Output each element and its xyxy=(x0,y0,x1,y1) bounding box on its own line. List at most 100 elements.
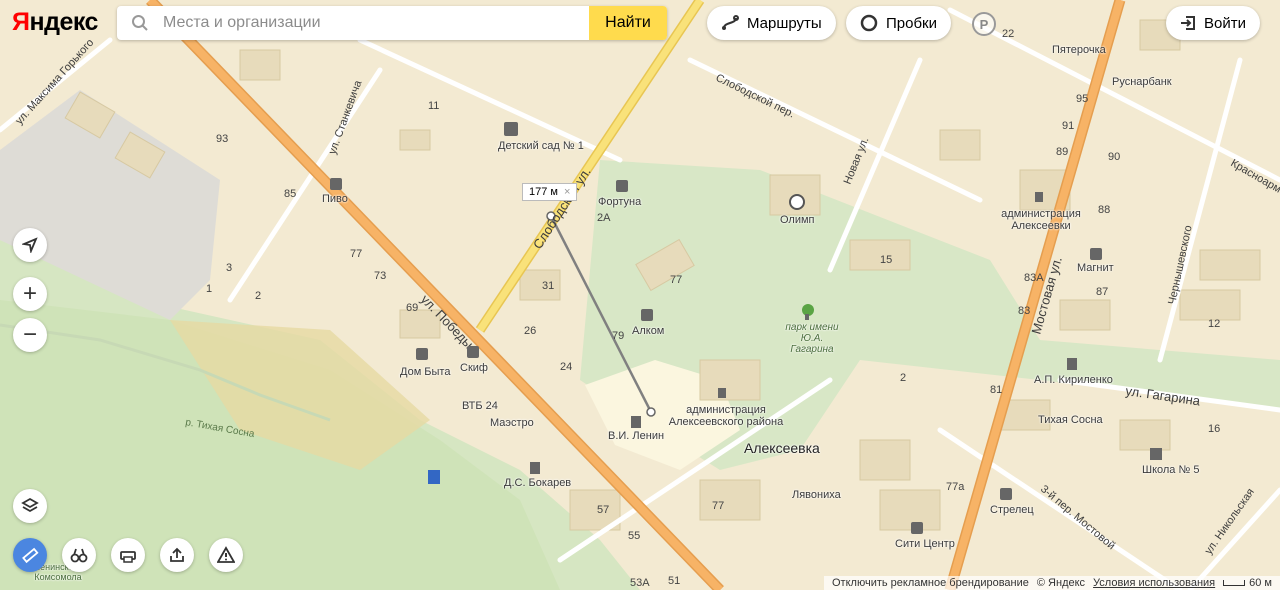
house-number: 91 xyxy=(1062,120,1075,132)
poi-strelets[interactable]: Стрелец xyxy=(990,504,1034,516)
house-number: 11 xyxy=(428,100,440,112)
house-number: 51 xyxy=(668,575,681,587)
search-input[interactable] xyxy=(163,6,583,40)
poi-tikhaya-sosna[interactable]: Тихая Сосна xyxy=(1038,414,1103,426)
poi-shkola-5[interactable]: Школа № 5 xyxy=(1142,464,1199,476)
search-box: Найти xyxy=(117,6,667,40)
house-number: 73 xyxy=(374,270,387,282)
poi-dom-byta[interactable]: Дом Быта xyxy=(400,366,450,378)
share-button[interactable] xyxy=(160,538,194,572)
layers-button[interactable] xyxy=(13,489,47,523)
house-number: 77 xyxy=(712,500,725,512)
house-number: 26 xyxy=(524,325,537,337)
login-icon xyxy=(1181,16,1195,30)
ruler-tooltip: 177 м × xyxy=(522,183,578,201)
scale-label: 60 м xyxy=(1249,577,1272,589)
map-footer: Отключить рекламное брендирование © Янде… xyxy=(824,576,1280,590)
house-number: 83 xyxy=(1018,305,1031,317)
house-number: 3 xyxy=(226,262,233,274)
house-number: 55 xyxy=(628,530,641,542)
house-number: 95 xyxy=(1076,93,1089,105)
house-number: 88 xyxy=(1098,204,1111,216)
report-button[interactable] xyxy=(209,538,243,572)
house-number: 2А xyxy=(597,212,611,224)
house-number: 22 xyxy=(1002,28,1015,40)
house-number: 15 xyxy=(880,254,893,266)
disable-ad-link[interactable]: Отключить рекламное брендирование xyxy=(832,577,1029,589)
house-number: 16 xyxy=(1208,423,1221,435)
warning-icon xyxy=(217,546,235,563)
poi-maestro[interactable]: Маэстро xyxy=(490,417,534,429)
poi-alkom[interactable]: Алком xyxy=(632,325,664,337)
locate-button[interactable] xyxy=(13,228,47,262)
ruler-icon xyxy=(22,547,39,564)
poi-lyavoniha[interactable]: Лявониха xyxy=(792,489,841,501)
parking-icon[interactable]: P xyxy=(972,12,996,36)
map-canvas[interactable]: ул. Победы Слободская ул. Мостовая ул. у… xyxy=(0,0,1280,590)
scale-bar: 60 м xyxy=(1223,577,1272,589)
house-number: 81 xyxy=(990,384,1003,396)
routes-label: Маршруты xyxy=(747,14,822,32)
login-button[interactable]: Войти xyxy=(1166,6,1260,40)
poi-rusnarbank[interactable]: Руснарбанк xyxy=(1112,76,1172,88)
house-number: 1 xyxy=(206,283,213,295)
ruler-button[interactable] xyxy=(13,538,47,572)
poi-admin-alekseevki[interactable]: администрация Алексеевки xyxy=(1000,208,1082,232)
house-number: 77 xyxy=(670,274,683,286)
house-number: 57 xyxy=(597,504,610,516)
house-number: 77а xyxy=(946,481,965,493)
house-number: 77 xyxy=(350,248,363,260)
search-button[interactable]: Найти xyxy=(589,6,667,40)
house-number: 2 xyxy=(900,372,907,384)
poi-siti-centr[interactable]: Сити Центр xyxy=(895,538,955,550)
house-number: 12 xyxy=(1208,318,1221,330)
copyright: © Яндекс xyxy=(1036,577,1086,589)
poi-alekseevka-city[interactable]: Алексеевка xyxy=(744,440,820,456)
layers-icon xyxy=(21,497,39,513)
house-number: 93 xyxy=(216,133,229,145)
routes-button[interactable]: Маршруты xyxy=(707,6,836,40)
poi-lenin[interactable]: В.И. Ленин xyxy=(608,430,664,442)
poi-bokarev[interactable]: Д.С. Бокарев xyxy=(504,477,571,489)
binoculars-icon xyxy=(70,548,88,563)
house-number: 24 xyxy=(560,361,573,373)
poi-pivo[interactable]: Пиво xyxy=(322,193,348,205)
poi-park-gagarina[interactable]: парк имени Ю.А. Гагарина xyxy=(782,322,842,355)
ruler-close-icon[interactable]: × xyxy=(564,186,570,198)
poi-skif[interactable]: Скиф xyxy=(460,362,488,374)
search-icon xyxy=(132,15,148,31)
logo-first-letter: Я xyxy=(12,8,30,36)
house-number: 31 xyxy=(542,280,555,292)
poi-admin-raion[interactable]: администрация Алексеевского района xyxy=(668,404,784,428)
poi-olimp[interactable]: Олимп xyxy=(780,214,815,226)
locate-icon xyxy=(22,237,38,253)
house-number: 53А xyxy=(630,577,650,589)
printer-icon xyxy=(120,551,136,563)
zoom-in-button[interactable]: + xyxy=(13,277,47,311)
login-label: Войти xyxy=(1204,14,1246,32)
traffic-button[interactable]: Пробки xyxy=(846,6,951,40)
terms-link[interactable]: Условия использования xyxy=(1093,577,1215,589)
zoom-out-button[interactable]: − xyxy=(13,318,47,352)
yandex-logo[interactable]: Яндекс xyxy=(12,8,98,37)
house-number: 87 xyxy=(1096,286,1109,298)
panorama-button[interactable] xyxy=(62,538,96,572)
logo-rest: ндекс xyxy=(29,8,98,36)
traffic-label: Пробки xyxy=(886,14,937,32)
poi-kirilenko[interactable]: А.П. Кириленко xyxy=(1034,374,1113,386)
house-number: 85 xyxy=(284,188,297,200)
poi-vtb24[interactable]: ВТБ 24 xyxy=(462,400,498,412)
house-number: 69 xyxy=(406,302,419,314)
print-button[interactable] xyxy=(111,538,145,572)
house-number: 83А xyxy=(1024,272,1044,284)
house-number: 79 xyxy=(612,330,625,342)
poi-magnit[interactable]: Магнит xyxy=(1077,262,1114,274)
routes-icon xyxy=(722,15,739,30)
share-icon xyxy=(170,547,184,562)
house-number: 2 xyxy=(255,290,262,302)
poi-fortuna[interactable]: Фортуна xyxy=(598,196,641,208)
poi-detsky-sad[interactable]: Детский сад № 1 xyxy=(498,140,584,152)
poi-pyaterochka[interactable]: Пятерочка xyxy=(1052,44,1106,56)
house-number: 90 xyxy=(1108,151,1121,163)
traffic-icon xyxy=(860,14,878,32)
